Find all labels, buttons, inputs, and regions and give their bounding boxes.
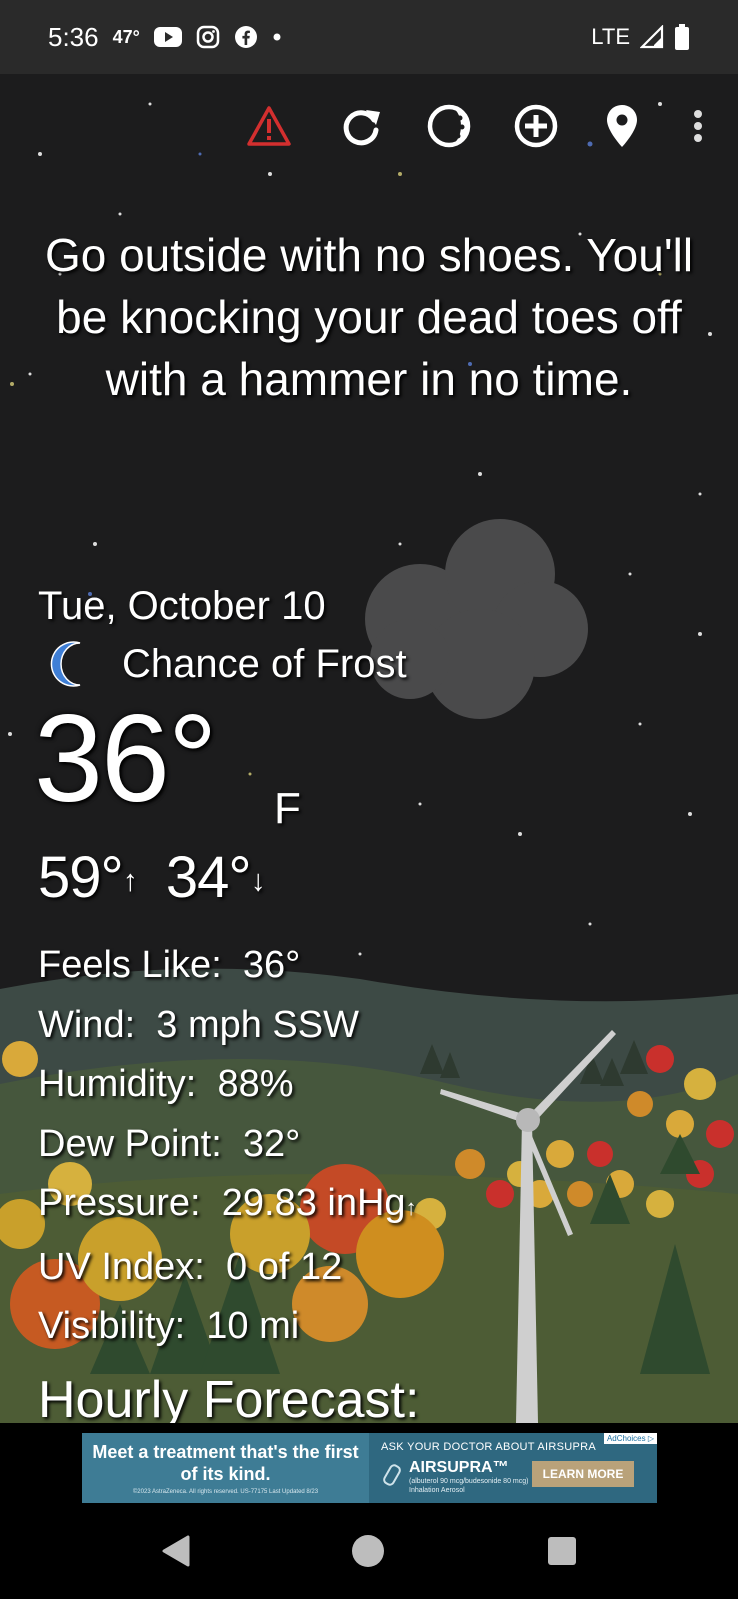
recents-icon: [548, 1537, 576, 1565]
detail-value: 88%: [217, 1063, 294, 1105]
detail-feels-like: Feels Like: 36°: [38, 936, 417, 996]
refresh-icon: [343, 110, 380, 146]
detail-visibility: Visibility: 10 mi: [38, 1297, 417, 1357]
detail-label: Pressure:: [38, 1182, 201, 1224]
facebook-icon: [234, 25, 258, 49]
detail-uv-index: UV Index: 0 of 12: [38, 1238, 417, 1298]
status-bar: 5:36 47° LTE: [0, 0, 738, 74]
ad-brand: AIRSUPRA™: [409, 1459, 509, 1476]
condition-row: Chance of Frost: [46, 634, 407, 694]
more-options-button[interactable]: [672, 100, 724, 152]
status-left: 5:36 47°: [48, 22, 282, 53]
ad-copyright: ©2023 AstraZeneca. All rights reserved. …: [132, 1489, 319, 1495]
battery-icon: [674, 24, 690, 50]
navigation-bar: [0, 1503, 738, 1599]
signal-icon: [640, 25, 664, 49]
detail-value: 0 of 12: [226, 1245, 343, 1288]
hourly-forecast-title: Hourly Forecast:: [38, 1371, 420, 1423]
status-temperature: 47°: [112, 26, 140, 47]
detail-pressure: Pressure: 29.83 inHg↑: [38, 1174, 417, 1238]
detail-label: Dew Point:: [38, 1122, 222, 1165]
inhaler-icon: [383, 1464, 401, 1486]
detail-value: 10 mi: [206, 1305, 300, 1347]
alert-button[interactable]: [243, 100, 295, 152]
ad-fine-print-line2: Inhalation Aerosol: [409, 1487, 465, 1494]
adchoices-link[interactable]: AdChoices ▷: [603, 1433, 657, 1444]
moon-icon: [50, 641, 81, 687]
detail-value: 3 mph SSW: [156, 1003, 359, 1046]
recents-button[interactable]: [540, 1529, 584, 1573]
detail-label: UV Index:: [38, 1245, 205, 1288]
ad-banner[interactable]: Meet a treatment that's the first of its…: [82, 1433, 657, 1503]
weather-app: Go outside with no shoes. You'll be knoc…: [0, 74, 738, 1423]
current-temperature: 36°: [34, 690, 218, 828]
location-pin-icon: [607, 105, 637, 147]
high-arrow: ↑: [122, 864, 138, 898]
theme-button[interactable]: [423, 100, 475, 152]
status-right: LTE: [591, 24, 690, 50]
low-arrow: ↓: [250, 864, 266, 898]
detail-dew-point: Dew Point: 32°: [38, 1115, 417, 1175]
network-type: LTE: [591, 24, 630, 49]
detail-value: 29.83 inHg: [221, 1182, 406, 1224]
weather-headline: Go outside with no shoes. You'll be knoc…: [44, 229, 694, 405]
detail-wind: Wind: 3 mph SSW: [38, 996, 417, 1056]
ad-fine-print-line1: (albuterol 90 mcg/budesonide 80 mcg): [409, 1478, 529, 1485]
ad-right-panel[interactable]: ASK YOUR DOCTOR ABOUT AIRSUPRA AIRSUPRA™…: [369, 1433, 657, 1503]
toolbar: [0, 100, 738, 152]
low-temp: 34°: [165, 845, 252, 910]
detail-value: 32°: [242, 1122, 301, 1165]
temperature-unit: F: [274, 784, 301, 833]
youtube-icon: [153, 27, 182, 47]
detail-label: Feels Like:: [38, 944, 222, 986]
learn-more-button[interactable]: LEARN MORE: [532, 1461, 634, 1487]
detail-label: Visibility:: [38, 1305, 186, 1347]
more-vert-icon: [694, 110, 702, 142]
alert-icon: [247, 106, 291, 146]
high-temp: 59°: [38, 845, 124, 910]
refresh-button[interactable]: [336, 100, 388, 152]
weather-details: Feels Like: 36° Wind: 3 mph SSW Humidity…: [38, 936, 417, 1357]
home-icon: [352, 1535, 384, 1567]
theme-icon: [427, 104, 471, 148]
back-button[interactable]: [154, 1529, 198, 1573]
add-location-button[interactable]: [510, 100, 562, 152]
ad-headline: Meet a treatment that's the first of its…: [92, 1442, 359, 1484]
pressure-trend-arrow: ↑: [405, 1195, 417, 1220]
condition-text: Chance of Frost: [122, 641, 407, 686]
status-time: 5:36: [48, 21, 99, 52]
current-date: Tue, October 10: [38, 584, 326, 628]
home-button[interactable]: [346, 1529, 390, 1573]
detail-humidity: Humidity: 88%: [38, 1055, 417, 1115]
detail-value: 36°: [242, 944, 301, 986]
add-location-icon: [514, 104, 558, 148]
ad-fine-print: (albuterol 90 mcg/budesonide 80 mcg) Inh…: [409, 1477, 528, 1495]
high-low: 59°↑ 34°↓: [38, 844, 266, 911]
back-icon: [162, 1535, 190, 1567]
ad-left-panel[interactable]: Meet a treatment that's the first of its…: [82, 1433, 369, 1503]
dot-icon: [272, 32, 282, 42]
detail-label: Humidity:: [38, 1063, 197, 1105]
detail-label: Wind:: [38, 1003, 136, 1046]
location-button[interactable]: [596, 100, 648, 152]
ad-ask-text: ASK YOUR DOCTOR ABOUT AIRSUPRA: [381, 1441, 596, 1453]
instagram-icon: [196, 25, 220, 49]
